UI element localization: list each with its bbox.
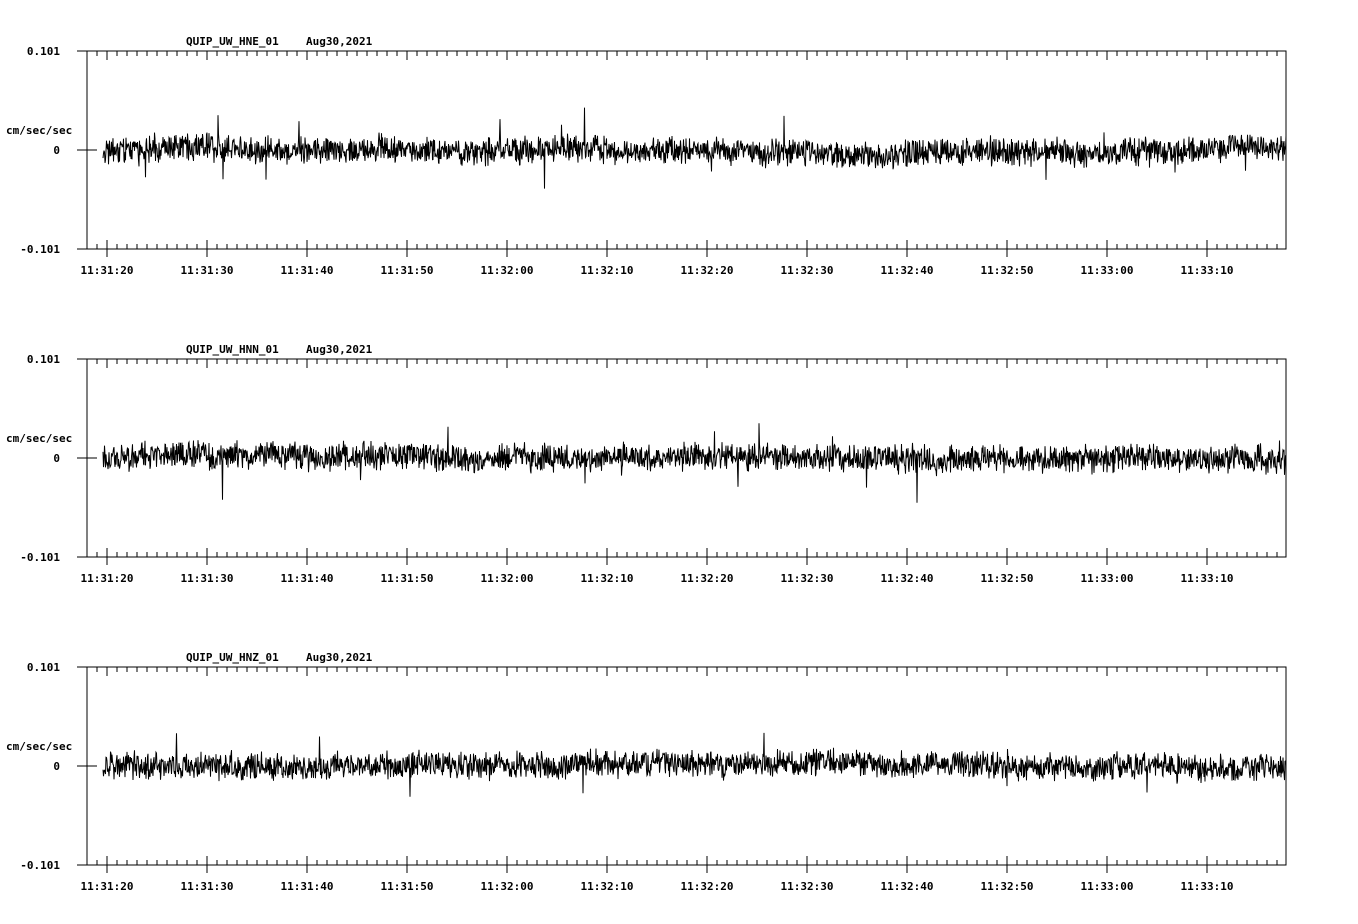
y-tick-label-zero: 0 xyxy=(53,452,60,465)
x-tick-label: 11:31:40 xyxy=(281,880,334,893)
x-tick-label: 11:32:20 xyxy=(681,880,734,893)
recording-date: Aug30,2021 xyxy=(306,343,373,356)
x-tick-label: 11:31:40 xyxy=(281,572,334,585)
x-tick-label: 11:32:30 xyxy=(781,264,834,277)
x-tick-label: 11:31:20 xyxy=(81,880,134,893)
x-tick-label: 11:32:00 xyxy=(481,264,534,277)
x-tick-label: 11:32:20 xyxy=(681,572,734,585)
station-title: QUIP_UW_HNE_01 xyxy=(186,35,279,48)
waveform-trace xyxy=(102,423,1287,503)
x-tick-label: 11:31:40 xyxy=(281,264,334,277)
x-tick-label: 11:33:10 xyxy=(1181,264,1234,277)
x-tick-label: 11:31:30 xyxy=(181,880,234,893)
x-tick-label: 11:31:50 xyxy=(381,880,434,893)
x-tick-label: 11:32:40 xyxy=(881,264,934,277)
x-tick-label: 11:31:50 xyxy=(381,264,434,277)
x-tick-label: 11:32:40 xyxy=(881,880,934,893)
y-tick-label-max: 0.101 xyxy=(27,661,60,674)
x-tick-label: 11:32:40 xyxy=(881,572,934,585)
recording-date: Aug30,2021 xyxy=(306,651,373,664)
waveform-trace xyxy=(102,732,1287,797)
y-tick-label-zero: 0 xyxy=(53,144,60,157)
recording-date: Aug30,2021 xyxy=(306,35,373,48)
x-tick-label: 11:33:10 xyxy=(1181,880,1234,893)
y-axis-label: cm/sec/sec xyxy=(6,432,72,445)
seismogram-panel: QUIP_UW_HNE_01 Aug30,2021 0.101 0 -0.101 cm/s… xyxy=(6,35,1287,277)
x-tick-label: 11:31:20 xyxy=(81,572,134,585)
x-tick-label: 11:32:50 xyxy=(981,264,1034,277)
waveform-trace xyxy=(102,107,1287,189)
x-tick-label: 11:32:30 xyxy=(781,880,834,893)
x-tick-label: 11:32:20 xyxy=(681,264,734,277)
x-tick-label: 11:32:10 xyxy=(581,572,634,585)
station-title: QUIP_UW_HNN_01 xyxy=(186,343,279,356)
y-axis-label: cm/sec/sec xyxy=(6,740,72,753)
x-tick-label: 11:33:00 xyxy=(1081,880,1134,893)
x-tick-label: 11:31:30 xyxy=(181,572,234,585)
seismogram-panel: QUIP_UW_HNN_01 Aug30,2021 0.101 0 -0.101 cm/s… xyxy=(6,343,1287,585)
x-tick-label: 11:32:30 xyxy=(781,572,834,585)
x-tick-label: 11:33:10 xyxy=(1181,572,1234,585)
seismogram-canvas: QUIP_UW_HNE_01 Aug30,2021 0.101 0 -0.101 cm/s… xyxy=(6,35,1287,893)
x-tick-label: 11:33:00 xyxy=(1081,572,1134,585)
x-tick-label: 11:32:10 xyxy=(581,264,634,277)
y-tick-label-min: -0.101 xyxy=(20,859,60,872)
x-tick-label: 11:32:00 xyxy=(481,880,534,893)
x-tick-label: 11:32:50 xyxy=(981,572,1034,585)
x-tick-label: 11:31:30 xyxy=(181,264,234,277)
x-tick-label: 11:32:00 xyxy=(481,572,534,585)
seismogram-panel: QUIP_UW_HNZ_01 Aug30,2021 0.101 0 -0.101 cm/s… xyxy=(6,651,1287,893)
x-tick-label: 11:31:20 xyxy=(81,264,134,277)
station-title: QUIP_UW_HNZ_01 xyxy=(186,651,279,664)
x-tick-label: 11:32:50 xyxy=(981,880,1034,893)
y-tick-label-max: 0.101 xyxy=(27,45,60,58)
x-tick-label: 11:31:50 xyxy=(381,572,434,585)
y-tick-label-zero: 0 xyxy=(53,760,60,773)
x-tick-label: 11:33:00 xyxy=(1081,264,1134,277)
x-tick-label: 11:32:10 xyxy=(581,880,634,893)
y-axis-label: cm/sec/sec xyxy=(6,124,72,137)
y-tick-label-min: -0.101 xyxy=(20,551,60,564)
y-tick-label-min: -0.101 xyxy=(20,243,60,256)
y-tick-label-max: 0.101 xyxy=(27,353,60,366)
